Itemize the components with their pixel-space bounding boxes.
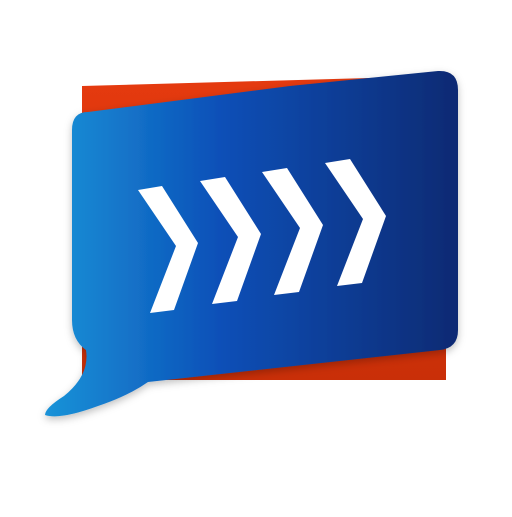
app-icon bbox=[0, 0, 512, 512]
forward-chat-icon bbox=[45, 70, 458, 417]
